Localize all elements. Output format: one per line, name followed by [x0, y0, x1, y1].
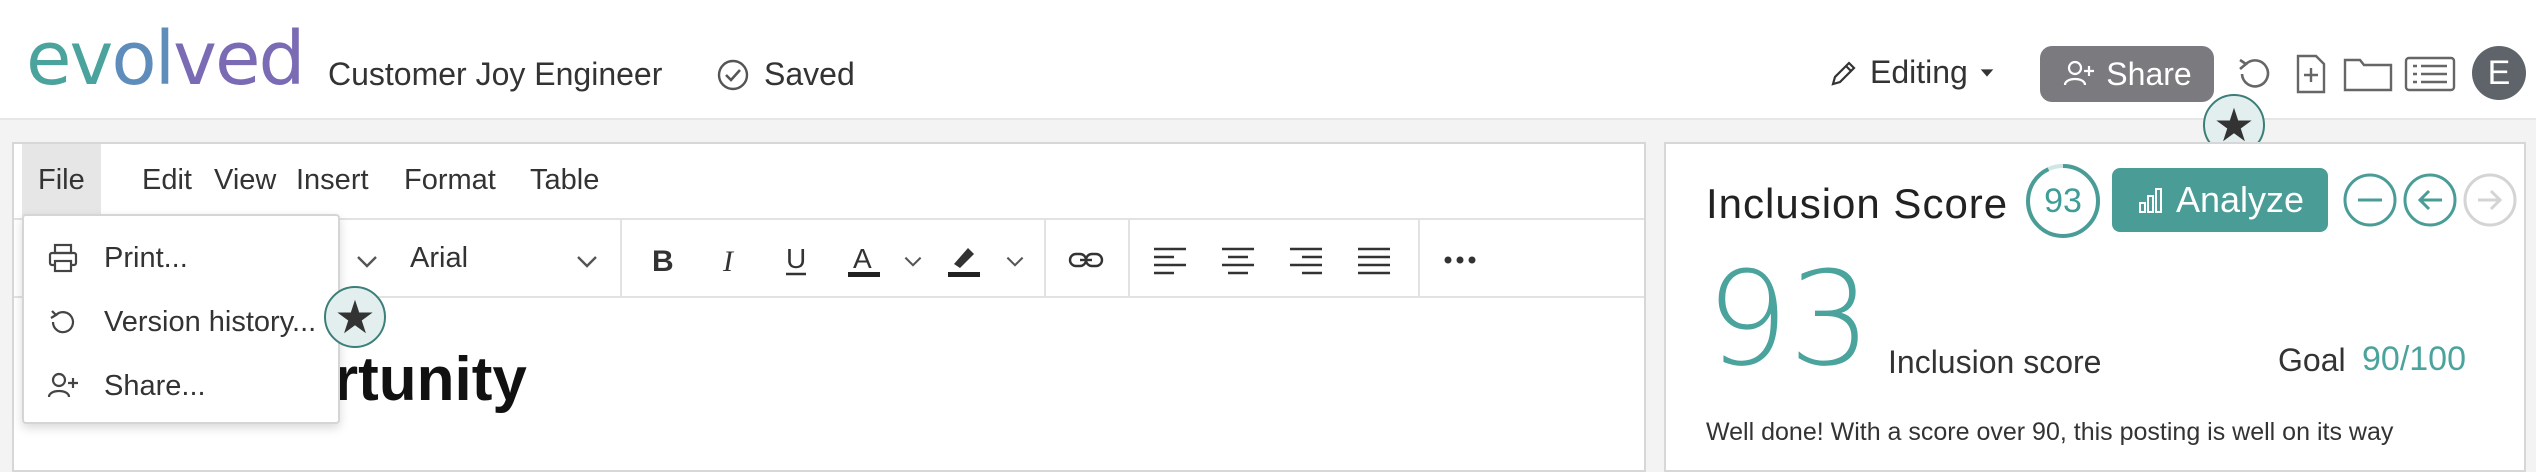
ring-score-value: 93 — [2044, 181, 2082, 220]
toolbar-divider — [620, 220, 622, 298]
toolbar-divider — [1418, 220, 1420, 298]
analyze-button-label: Analyze — [2175, 179, 2305, 220]
panel-title: Inclusion Score — [1706, 180, 2009, 227]
check-circle-icon — [717, 59, 749, 90]
menu-bar: File Edit View Insert Format Table — [14, 144, 1644, 220]
align-left-icon[interactable] — [1150, 240, 1190, 280]
chevron-down-icon[interactable] — [574, 248, 600, 274]
arrow-right-icon[interactable] — [2462, 172, 2518, 228]
menu-table[interactable]: Table — [514, 144, 615, 216]
menu-item-share[interactable]: Share... — [24, 356, 338, 416]
font-family-select[interactable]: Arial — [410, 242, 468, 275]
score-ring: 93 — [2024, 162, 2102, 240]
menu-item-label: Version history... — [104, 305, 317, 338]
history-icon — [50, 310, 75, 334]
bold-icon[interactable]: B — [642, 240, 682, 280]
document-heading[interactable]: rtunity — [334, 344, 527, 415]
svg-text:A: A — [853, 243, 872, 274]
svg-text:I: I — [722, 245, 735, 278]
chevron-down-icon[interactable] — [902, 250, 924, 272]
inclusion-score-panel: Inclusion Score 93 Analyze 93 Inclusion … — [1664, 142, 2526, 472]
menu-file[interactable]: File — [22, 144, 101, 216]
inclusion-score-value: 93 — [1706, 243, 1872, 395]
inclusion-score-label: Inclusion score — [1888, 344, 2102, 380]
goal-value: 90/100 — [2362, 340, 2466, 378]
more-options-icon[interactable] — [1440, 240, 1480, 280]
link-icon[interactable] — [1066, 240, 1106, 280]
share-button[interactable]: Share — [2040, 46, 2214, 102]
toolbar-divider — [1128, 220, 1130, 298]
star-badge: ★ — [324, 286, 386, 348]
pencil-icon — [1831, 60, 1856, 86]
file-menu-dropdown: Print... Version history... Share... — [22, 214, 340, 424]
analyze-button[interactable]: Analyze — [2112, 168, 2328, 232]
folder-icon[interactable] — [2342, 52, 2394, 96]
caret-down-icon — [1980, 68, 1994, 77]
align-right-icon[interactable] — [1286, 240, 1326, 280]
add-user-icon — [47, 372, 78, 398]
menu-edit[interactable]: Edit — [126, 144, 208, 216]
menu-view[interactable]: View — [198, 144, 292, 216]
editing-label: Editing — [1870, 54, 1968, 90]
chevron-down-icon[interactable] — [354, 248, 380, 274]
menu-item-version-history[interactable]: Version history... — [24, 292, 338, 352]
chevron-down-icon[interactable] — [1004, 250, 1026, 272]
new-document-icon[interactable] — [2288, 52, 2332, 96]
printer-icon — [48, 243, 78, 273]
align-justify-icon[interactable] — [1354, 240, 1394, 280]
editing-mode-dropdown[interactable]: Editing — [1828, 54, 1996, 91]
italic-icon[interactable]: I — [710, 240, 750, 280]
text-color-icon[interactable]: A — [844, 240, 884, 280]
goal-label: Goal — [2278, 342, 2346, 378]
document-title[interactable]: Customer Joy Engineer — [328, 56, 662, 93]
underline-icon[interactable]: U — [776, 240, 816, 280]
saved-label: Saved — [764, 56, 855, 92]
bar-chart-icon — [2138, 188, 2162, 213]
collapse-icon[interactable] — [2342, 172, 2398, 228]
menu-item-label: Print... — [104, 241, 188, 274]
save-status: Saved — [716, 56, 855, 93]
add-user-icon — [2064, 60, 2095, 86]
avatar[interactable]: E — [2472, 46, 2526, 100]
menu-item-print[interactable]: Print... — [24, 228, 338, 288]
svg-text:B: B — [652, 245, 674, 278]
list-icon[interactable] — [2404, 52, 2456, 96]
align-center-icon[interactable] — [1218, 240, 1258, 280]
arrow-left-icon[interactable] — [2402, 172, 2458, 228]
toolbar-divider — [1044, 220, 1046, 298]
score-message: Well done! With a score over 90, this po… — [1706, 418, 2394, 446]
top-app-bar: evolved Customer Joy Engineer Saved Edit… — [0, 0, 2536, 156]
svg-text:U: U — [786, 243, 806, 274]
menu-item-label: Share... — [104, 369, 206, 402]
highlight-color-icon[interactable] — [944, 240, 984, 280]
menu-format[interactable]: Format — [388, 144, 512, 216]
history-icon[interactable] — [2232, 52, 2276, 96]
share-button-label: Share — [2106, 55, 2192, 92]
evolved-logo[interactable]: evolved — [26, 22, 305, 96]
menu-insert[interactable]: Insert — [280, 144, 385, 216]
